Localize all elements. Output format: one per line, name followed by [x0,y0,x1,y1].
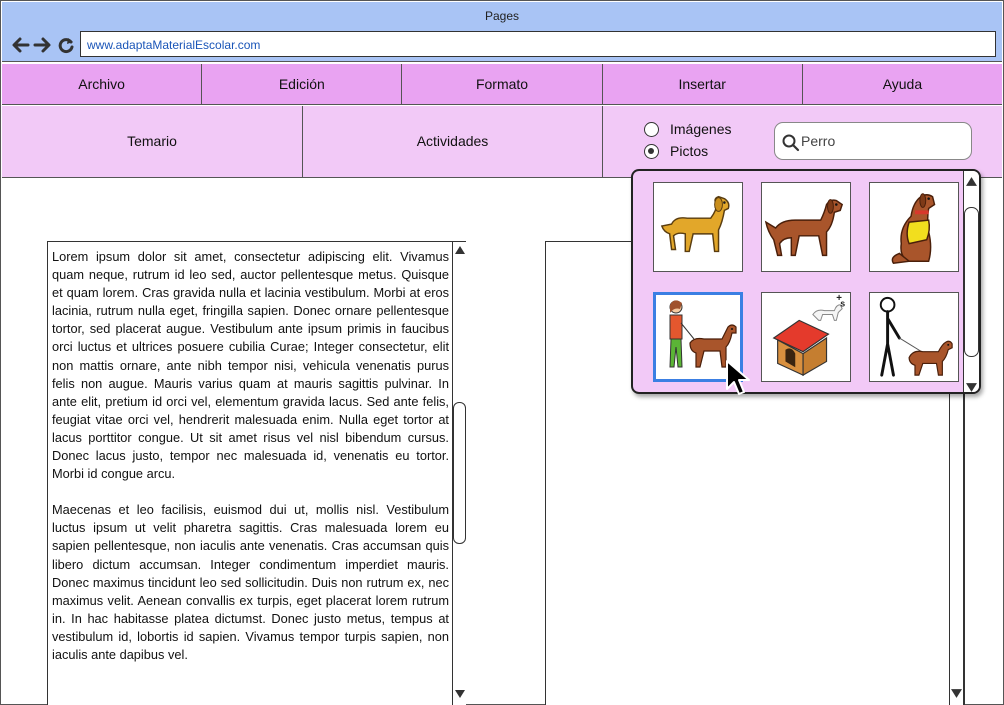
radio-imagenes-label: Imágenes [670,121,732,137]
scroll-down-arrow-icon[interactable] [951,685,962,703]
radio-pictos-button[interactable] [644,143,659,159]
scroll-down-arrow-icon[interactable] [966,379,977,392]
dog-house-pictogram-icon[interactable]: + s [761,292,851,382]
preview-scrollbar[interactable] [949,381,964,705]
brown-dog-pictogram-icon[interactable] [761,182,851,272]
menu-archivo[interactable]: Archivo [2,64,203,104]
menu-ayuda[interactable]: Ayuda [803,64,1002,104]
tab-temario[interactable]: Temario [2,106,303,177]
sitting-dog-with-vest-pictogram-icon[interactable] [869,182,959,272]
search-input[interactable] [801,131,961,151]
menu-formato[interactable]: Formato [402,64,603,104]
paragraph: Lorem ipsum dolor sit amet, consectetur … [52,249,449,482]
document-text-panel[interactable]: Lorem ipsum dolor sit amet, consectetur … [47,241,466,705]
forward-arrow-icon[interactable] [33,34,53,56]
url-field[interactable]: www.adaptaMaterialEscolar.com [80,31,996,57]
window-title: Pages [484,9,520,23]
scrollbar-thumb[interactable] [453,402,466,544]
stick-figure-walking-dog-pictogram-icon[interactable] [869,292,959,382]
reload-icon[interactable] [56,34,76,56]
scroll-down-arrow-icon[interactable] [453,687,466,701]
toolbar: Temario Actividades Imágenes Pictos [2,106,1002,178]
tab-actividades[interactable]: Actividades [303,106,603,177]
search-icon [782,134,800,152]
menu-bar: Archivo Edición Formato Insertar Ayuda [2,64,1002,105]
yellow-dog-pictogram-icon[interactable] [653,182,743,272]
document-text: Lorem ipsum dolor sit amet, consectetur … [52,248,449,682]
radio-pictos[interactable]: Pictos [644,141,708,161]
menu-insertar[interactable]: Insertar [603,64,803,104]
pictogram-results-scrollbar[interactable] [963,171,979,392]
pictogram-results-popup: + s [631,169,981,394]
scroll-up-arrow-icon[interactable] [453,243,466,257]
radio-imagenes[interactable]: Imágenes [644,119,731,139]
radio-imagenes-button[interactable] [644,121,659,137]
address-bar: www.adaptaMaterialEscolar.com [2,30,1002,62]
paragraph: Maecenas et leo facilisis, euismod dui u… [52,502,449,662]
browser-window: Pages www.adaptaMaterialEscolar.com Arch… [0,0,1004,705]
title-bar: Pages [2,2,1002,30]
scrollbar-thumb[interactable] [964,207,979,357]
menu-edicion[interactable]: Edición [202,64,403,104]
back-arrow-icon[interactable] [10,34,30,56]
girl-walking-dog-pictogram-icon[interactable] [653,292,743,382]
radio-pictos-label: Pictos [670,143,709,159]
scroll-up-arrow-icon[interactable] [966,173,977,191]
plural-marker: s [840,299,845,309]
pictogram-search-box[interactable] [774,122,972,160]
document-scrollbar[interactable] [452,242,466,705]
